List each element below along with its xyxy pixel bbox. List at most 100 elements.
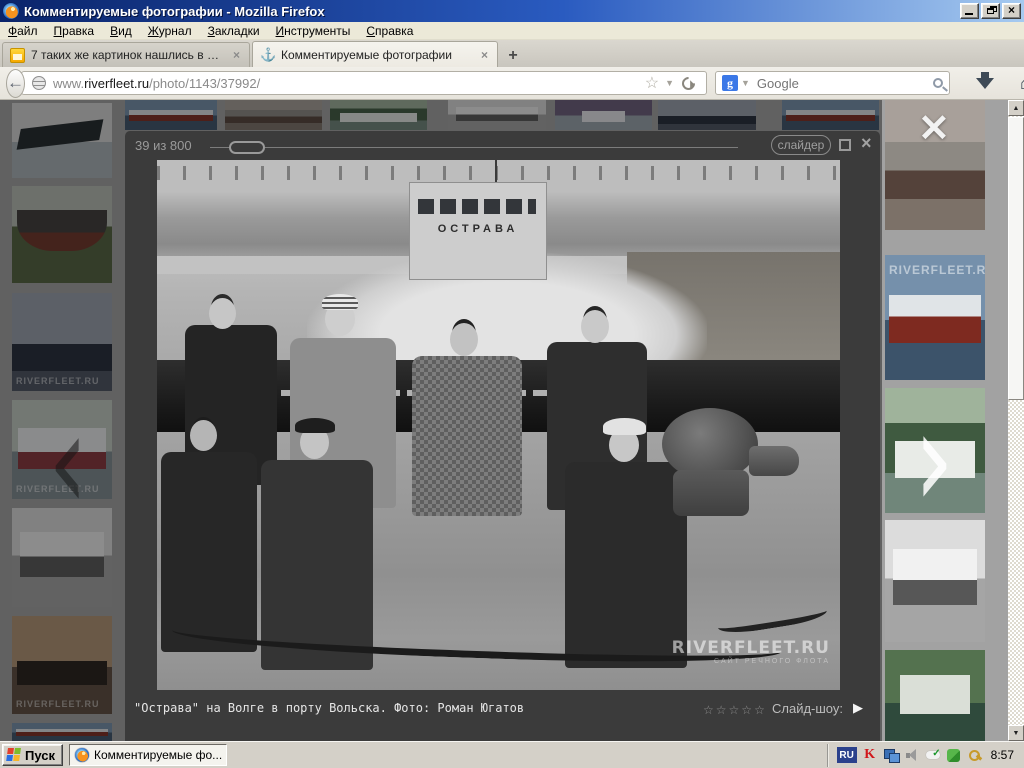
- thumbnail-photo[interactable]: [225, 100, 322, 130]
- scrollbar[interactable]: ▲ ▼: [1008, 100, 1024, 741]
- page-content: RIVERFLEET.RU RIVERFLEET.RU RIVERFLEET.R…: [0, 100, 1008, 741]
- back-button[interactable]: ←: [6, 69, 25, 98]
- network-tray-icon[interactable]: [883, 747, 899, 763]
- search-bar[interactable]: g ▼: [715, 71, 950, 95]
- close-icon[interactable]: ×: [861, 133, 872, 154]
- google-engine-icon[interactable]: g: [722, 75, 738, 91]
- slider-track[interactable]: [210, 147, 738, 148]
- thumbnail-photo[interactable]: RIVERFLEET.RU: [12, 293, 112, 391]
- scrollbar-thumb[interactable]: [1008, 117, 1024, 400]
- thumbnail-photo[interactable]: [782, 100, 879, 130]
- restore-button[interactable]: [981, 3, 1000, 19]
- taskbar-firefox-button[interactable]: Комментируемые фо...: [69, 744, 227, 766]
- volume-tray-icon[interactable]: [904, 747, 920, 763]
- previous-photo-arrow[interactable]: ‹: [48, 395, 88, 530]
- slider-mode-button[interactable]: слайдер: [771, 135, 831, 155]
- close-button[interactable]: ×: [1002, 3, 1021, 19]
- thumbnail-photo[interactable]: [658, 100, 756, 130]
- star-icon[interactable]: ☆: [716, 703, 729, 717]
- menu-edit[interactable]: Правка: [46, 22, 103, 40]
- windows-logo-icon: [6, 748, 22, 762]
- menu-help[interactable]: Справка: [358, 22, 421, 40]
- photo-bollard-base: [673, 470, 749, 516]
- menu-history[interactable]: Журнал: [140, 22, 200, 40]
- scroll-down-icon[interactable]: ▼: [1008, 725, 1024, 741]
- photo-person-head: [581, 310, 609, 343]
- taskbar: Пуск Комментируемые фо... RU K 8:57: [0, 741, 1024, 768]
- tab-label: 7 таких же картинок нашлись в Яндек...: [31, 48, 225, 62]
- star-icon[interactable]: ☆: [754, 703, 767, 717]
- menu-tools[interactable]: Инструменты: [268, 22, 359, 40]
- downloads-icon[interactable]: [976, 78, 994, 98]
- slideshow-play-icon[interactable]: ▶: [853, 700, 863, 716]
- thumbnail-photo[interactable]: [555, 100, 652, 130]
- minimize-button[interactable]: [960, 3, 979, 19]
- photo-counter: 39 из 800: [135, 138, 192, 153]
- url-path: /photo/1143/37992/: [149, 76, 260, 91]
- site-identity-icon[interactable]: [32, 76, 46, 90]
- update-tray-icon[interactable]: [946, 747, 962, 763]
- lightbox-photo[interactable]: ОСТРАВА: [157, 160, 840, 690]
- photo-person-head: [450, 323, 478, 356]
- new-tab-button[interactable]: +: [501, 45, 525, 67]
- language-indicator[interactable]: RU: [837, 747, 857, 763]
- next-photo-arrow[interactable]: ›: [914, 393, 954, 528]
- tab-yandex-images[interactable]: 7 таких же картинок нашлись в Яндек... ×: [2, 42, 250, 67]
- menu-view[interactable]: Вид: [102, 22, 140, 40]
- start-label: Пуск: [25, 748, 55, 763]
- star-icon[interactable]: ☆: [741, 703, 754, 717]
- photo-viewer-panel: 39 из 800 слайдер × ОСТРАВА: [125, 131, 880, 741]
- antivirus-tray-icon[interactable]: K: [862, 747, 878, 763]
- photo-person: [412, 356, 522, 516]
- urlbar-dropdown-icon[interactable]: ▼: [662, 78, 677, 88]
- thumbnail-photo[interactable]: RIVERFLEET.RU: [12, 616, 112, 714]
- tab-strip: 7 таких же картинок нашлись в Яндек... ×…: [0, 40, 1024, 67]
- ship-name: ОСТРАВА: [410, 223, 546, 235]
- maximize-icon[interactable]: [839, 139, 851, 151]
- url-bar[interactable]: www.riverfleet.ru/photo/1143/37992/ ☆ ▼: [21, 71, 707, 95]
- home-icon[interactable]: ⌂: [1020, 73, 1024, 93]
- search-input[interactable]: [757, 76, 933, 91]
- tab-close-icon[interactable]: ×: [231, 48, 242, 62]
- system-tray: RU K 8:57: [827, 744, 1022, 767]
- thumbnail-photo[interactable]: [885, 650, 985, 741]
- slider-handle[interactable]: [229, 141, 265, 154]
- bookmark-star-icon[interactable]: ☆: [642, 73, 662, 93]
- cloud-sync-tray-icon[interactable]: [925, 747, 941, 763]
- photo-watermark: RIVERFLEET.RU САЙТ РЕЧНОГО ФЛОТА: [672, 638, 830, 665]
- thumbnail-photo[interactable]: RIVERFLEET.RU: [885, 255, 985, 380]
- reload-icon[interactable]: [679, 74, 697, 92]
- tab-close-icon[interactable]: ×: [479, 48, 490, 62]
- star-icon[interactable]: ☆: [703, 703, 716, 717]
- menu-file[interactable]: Файл: [0, 22, 46, 40]
- yandex-images-icon: [10, 48, 25, 63]
- photo-caption: "Острава" на Волге в порту Вольска. Фото…: [134, 701, 524, 715]
- tab-commented-photos[interactable]: ⚓ Комментируемые фотографии ×: [252, 41, 498, 67]
- star-icon[interactable]: ☆: [729, 703, 742, 717]
- thumbnail-photo[interactable]: [330, 100, 427, 130]
- photo-person-hat: [295, 418, 335, 433]
- key-tray-icon[interactable]: [967, 747, 983, 763]
- thumbnail-photo[interactable]: [448, 100, 546, 130]
- watermark-subtext: САЙТ РЕЧНОГО ФЛОТА: [672, 658, 830, 665]
- firefox-icon: [75, 748, 89, 762]
- firefox-icon: [3, 3, 19, 19]
- desktop: Комментируемые фотографии - Mozilla Fire…: [0, 0, 1024, 768]
- photo-bollard-pipe: [749, 446, 799, 476]
- thumbnail-watermark: RIVERFLEET.RU: [889, 263, 985, 277]
- taskbar-clock[interactable]: 8:57: [991, 748, 1014, 762]
- viewer-close-icon[interactable]: ✕: [918, 110, 950, 148]
- thumbnail-photo[interactable]: [12, 103, 112, 178]
- window-titlebar[interactable]: Комментируемые фотографии - Mozilla Fire…: [0, 0, 1024, 22]
- thumbnail-photo[interactable]: [12, 723, 112, 741]
- thumbnail-photo[interactable]: [125, 100, 217, 130]
- photo-person-hat: [603, 418, 646, 435]
- thumbnail-photo[interactable]: [12, 186, 112, 283]
- search-icon[interactable]: [933, 78, 943, 88]
- scroll-up-icon[interactable]: ▲: [1008, 100, 1024, 116]
- window-title: Комментируемые фотографии - Mozilla Fire…: [24, 4, 958, 19]
- menu-bookmarks[interactable]: Закладки: [200, 22, 268, 40]
- navigation-toolbar: ← www.riverfleet.ru/photo/1143/37992/ ☆ …: [0, 67, 1024, 100]
- start-button[interactable]: Пуск: [2, 744, 63, 766]
- search-engine-dropdown-icon[interactable]: ▼: [738, 78, 753, 88]
